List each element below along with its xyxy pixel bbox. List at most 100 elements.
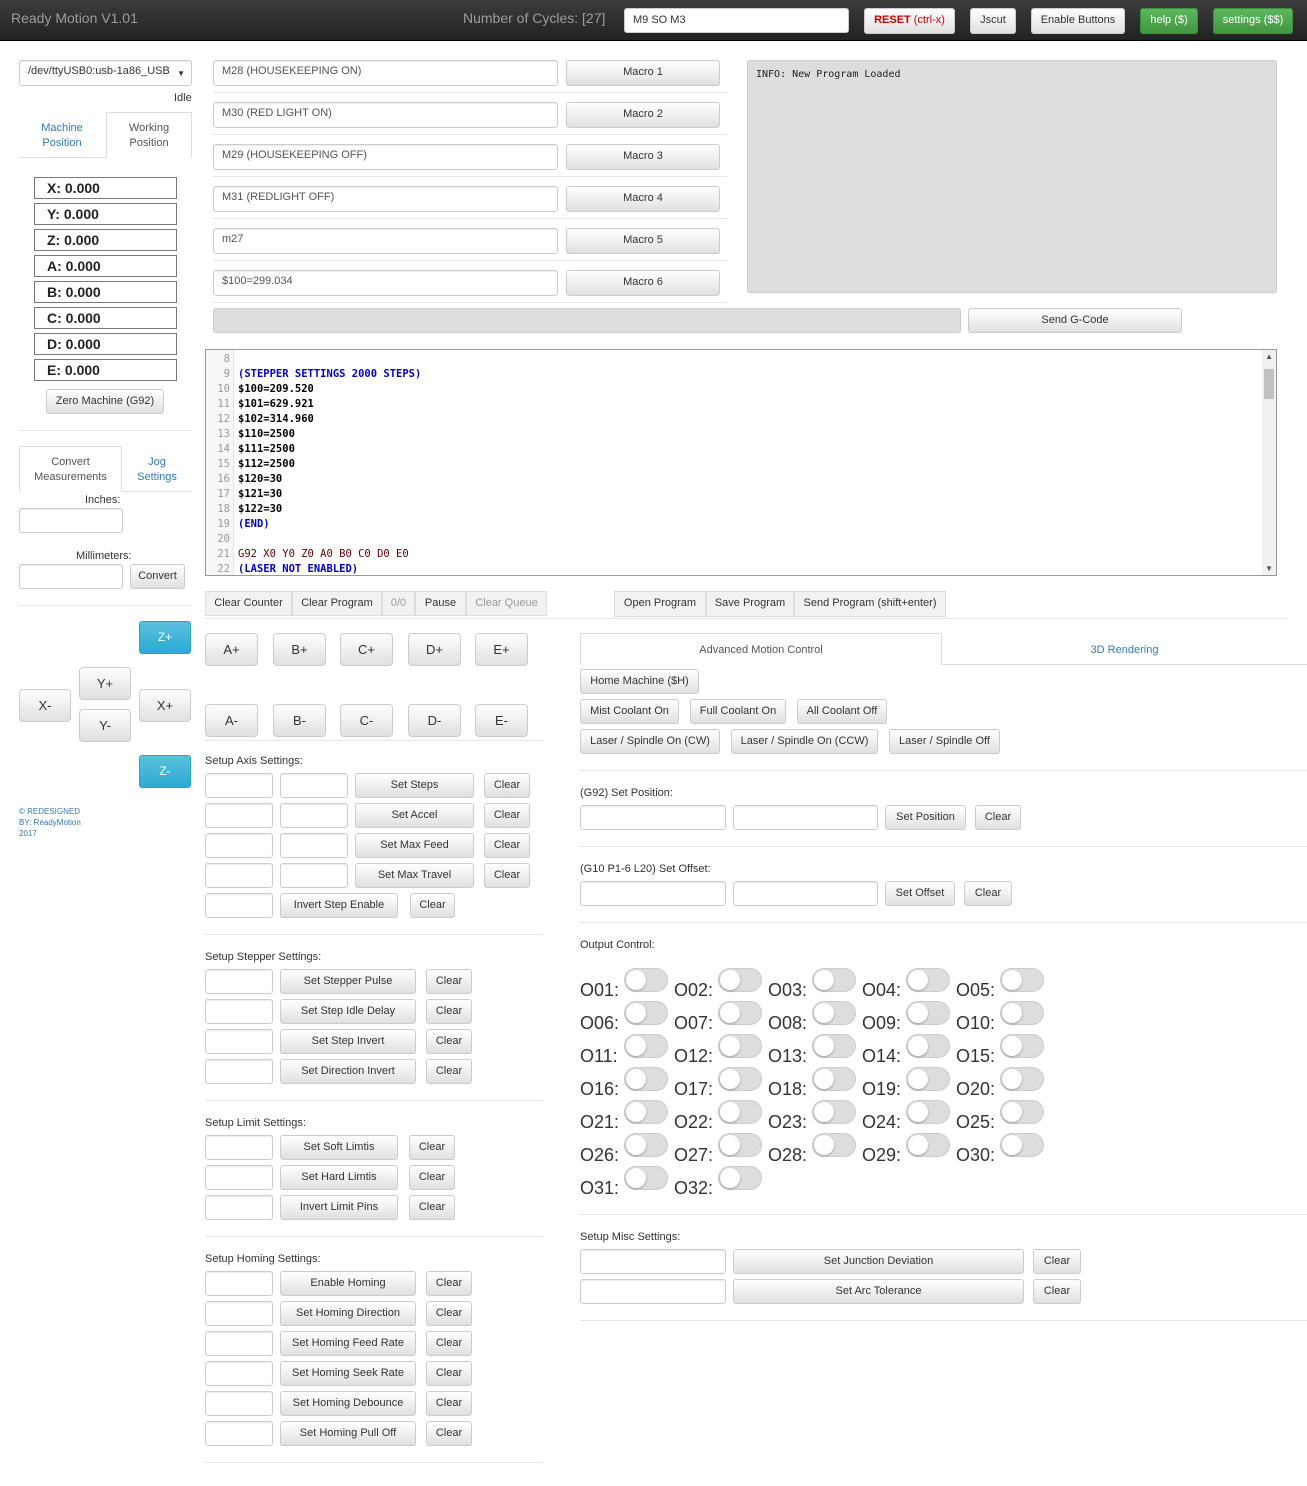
macro-6-button[interactable]: Macro 6 — [566, 270, 720, 296]
clear-button[interactable]: Clear — [426, 1029, 472, 1054]
axis-setting-input[interactable] — [205, 773, 273, 798]
macro-input[interactable]: M28 (HOUSEKEEPING ON) — [213, 60, 558, 86]
invert-step-enable-button[interactable]: Invert Step Enable — [280, 893, 398, 918]
output-toggle-o14[interactable] — [906, 1034, 950, 1058]
setting-input[interactable] — [205, 1421, 273, 1446]
gcode-editor[interactable]: 8 9 (STEPPER SETTINGS 2000 STEPS) 10 $100=20… — [205, 349, 1277, 576]
tab-machine-position[interactable]: Machine Position — [19, 113, 105, 157]
macro-2-button[interactable]: Macro 2 — [566, 102, 720, 128]
output-toggle-o01[interactable] — [624, 968, 668, 992]
invert-step-input[interactable] — [205, 893, 273, 918]
axis-setting-input[interactable] — [280, 803, 348, 828]
set-arc-tolerance-button[interactable]: Set Arc Tolerance — [733, 1279, 1024, 1304]
tab-3d-rendering[interactable]: 3D Rendering — [942, 634, 1307, 664]
output-toggle-o26[interactable] — [624, 1133, 668, 1157]
output-toggle-o18[interactable] — [812, 1067, 856, 1091]
mist-coolant-button[interactable]: Mist Coolant On — [580, 699, 679, 724]
set-homing-direction-button[interactable]: Set Homing Direction — [280, 1301, 416, 1326]
clear-program-button[interactable]: Clear Program — [292, 591, 382, 616]
settings-button[interactable]: settings ($$) — [1213, 8, 1293, 34]
jog-x-plus-button[interactable]: X+ — [139, 689, 191, 722]
output-toggle-o27[interactable] — [718, 1133, 762, 1157]
clear-button[interactable]: Clear — [426, 1301, 472, 1326]
clear-button[interactable]: Clear — [426, 969, 472, 994]
g92-input-1[interactable] — [580, 805, 726, 830]
output-toggle-o20[interactable] — [1000, 1067, 1044, 1091]
command-input[interactable]: M9 SO M3 — [624, 8, 849, 33]
setting-input[interactable] — [205, 999, 273, 1024]
inches-input[interactable] — [19, 508, 123, 533]
output-toggle-o28[interactable] — [812, 1133, 856, 1157]
setting-input[interactable] — [205, 1271, 273, 1296]
axis-e-minus-button[interactable]: E- — [475, 704, 528, 737]
macro-input[interactable]: M30 (RED LIGHT ON) — [213, 102, 558, 128]
jog-z-minus-button[interactable]: Z- — [139, 755, 191, 788]
code-line[interactable]: (STEPPER SETTINGS 2000 STEPS) — [238, 368, 421, 380]
zero-machine-button[interactable]: Zero Machine (G92) — [46, 389, 164, 414]
set-homing-feed-rate-button[interactable]: Set Homing Feed Rate — [280, 1331, 416, 1356]
spindle-off-button[interactable]: Laser / Spindle Off — [889, 729, 1000, 754]
output-toggle-o32[interactable] — [718, 1166, 762, 1190]
invert-limit-pins-button[interactable]: Invert Limit Pins — [280, 1195, 398, 1220]
axis-b-minus-button[interactable]: B- — [273, 704, 326, 737]
set-step-idle-delay-button[interactable]: Set Step Idle Delay — [280, 999, 416, 1024]
setting-input[interactable] — [205, 1361, 273, 1386]
axis-setting-input[interactable] — [205, 863, 273, 888]
axis-setting-input[interactable] — [205, 803, 273, 828]
clear-button[interactable]: Clear — [426, 1271, 472, 1296]
clear-button[interactable]: Clear — [426, 1391, 472, 1416]
set-homing-seek-rate-button[interactable]: Set Homing Seek Rate — [280, 1361, 416, 1386]
code-line[interactable]: $121=30 — [238, 488, 282, 500]
tab-advanced-motion-control[interactable]: Advanced Motion Control — [580, 633, 942, 665]
macro-input[interactable]: M29 (HOUSEKEEPING OFF) — [213, 144, 558, 170]
output-toggle-o11[interactable] — [624, 1034, 668, 1058]
setting-input[interactable] — [205, 1195, 273, 1220]
output-toggle-o13[interactable] — [812, 1034, 856, 1058]
convert-button[interactable]: Convert — [130, 564, 185, 589]
setting-input[interactable] — [205, 1059, 273, 1084]
all-coolant-off-button[interactable]: All Coolant Off — [797, 699, 887, 724]
set-junction-deviation-button[interactable]: Set Junction Deviation — [733, 1249, 1024, 1274]
code-line[interactable]: (LASER NOT ENABLED) — [238, 563, 358, 575]
enable-homing-button[interactable]: Enable Homing — [280, 1271, 416, 1296]
set-accel-button[interactable]: Set Accel — [355, 803, 474, 828]
send-gcode-button[interactable]: Send G-Code — [968, 308, 1182, 333]
scroll-up-icon[interactable]: ▲ — [1265, 352, 1273, 361]
scroll-down-icon[interactable]: ▼ — [1265, 564, 1273, 573]
axis-setting-input[interactable] — [280, 773, 348, 798]
output-toggle-o16[interactable] — [624, 1067, 668, 1091]
output-toggle-o25[interactable] — [1000, 1100, 1044, 1124]
g10-input-2[interactable] — [733, 881, 878, 906]
code-line[interactable]: G92 X0 Y0 Z0 A0 B0 C0 D0 E0 — [238, 548, 409, 560]
jog-z-plus-button[interactable]: Z+ — [139, 621, 191, 654]
axis-a-plus-button[interactable]: A+ — [205, 633, 258, 666]
output-toggle-o19[interactable] — [906, 1067, 950, 1091]
jog-x-minus-button[interactable]: X- — [19, 689, 71, 722]
clear-button[interactable]: Clear — [484, 863, 530, 888]
g10-clear-button[interactable]: Clear — [964, 881, 1012, 906]
code-line[interactable]: $122=30 — [238, 503, 282, 515]
output-toggle-o30[interactable] — [1000, 1133, 1044, 1157]
axis-c-minus-button[interactable]: C- — [340, 704, 393, 737]
setting-input[interactable] — [205, 1165, 273, 1190]
port-select[interactable]: /dev/ttyUSB0:usb-1a86_USB ▼ — [19, 60, 192, 86]
clear-button[interactable]: Clear — [409, 1195, 455, 1220]
output-toggle-o06[interactable] — [624, 1001, 668, 1025]
set-hard-limtis-button[interactable]: Set Hard Limtis — [280, 1165, 398, 1190]
output-toggle-o29[interactable] — [906, 1133, 950, 1157]
jog-y-plus-button[interactable]: Y+ — [79, 667, 131, 700]
set-direction-invert-button[interactable]: Set Direction Invert — [280, 1059, 416, 1084]
jog-y-minus-button[interactable]: Y- — [79, 709, 131, 742]
clear-button[interactable]: Clear — [484, 803, 530, 828]
setting-input[interactable] — [205, 1301, 273, 1326]
tab-convert-measurements[interactable]: Convert Measurements — [19, 446, 122, 492]
macro-input[interactable]: m27 — [213, 228, 558, 254]
macro-1-button[interactable]: Macro 1 — [566, 60, 720, 86]
axis-d-plus-button[interactable]: D+ — [408, 633, 461, 666]
save-program-button[interactable]: Save Program — [706, 591, 794, 617]
output-toggle-o21[interactable] — [624, 1100, 668, 1124]
spindle-ccw-button[interactable]: Laser / Spindle On (CCW) — [731, 729, 878, 754]
clear-button[interactable]: Clear — [484, 833, 530, 858]
code-line[interactable]: $102=314.960 — [238, 413, 314, 425]
full-coolant-button[interactable]: Full Coolant On — [690, 699, 786, 724]
